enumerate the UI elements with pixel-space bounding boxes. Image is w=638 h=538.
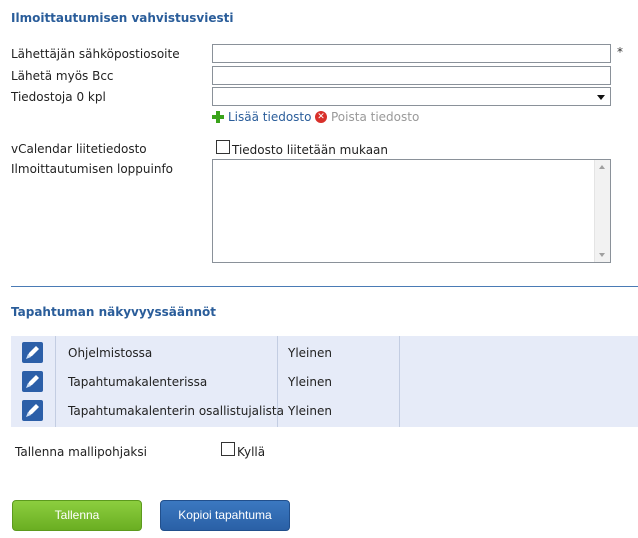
bcc-label: Lähetä myös Bcc: [11, 69, 114, 83]
add-file-button[interactable]: Lisää tiedosto: [212, 110, 311, 124]
add-file-label: Lisää tiedosto: [228, 110, 312, 124]
scroll-up-icon: [599, 165, 605, 169]
required-marker: *: [617, 45, 623, 59]
rule-name: Ohjelmistossa: [68, 346, 153, 360]
table-row: Tapahtumakalenterissa Yleinen: [11, 367, 638, 396]
vcalendar-checkbox-label: Tiedosto liitetään mukaan: [232, 143, 389, 157]
scroll-down-icon: [599, 253, 605, 257]
rule-name: Tapahtumakalenterin osallistujalista: [68, 404, 284, 418]
plus-icon: [212, 111, 224, 123]
chevron-down-icon: [597, 95, 605, 100]
confirmation-section-title: Ilmoittautumisen vahvistusviesti: [11, 11, 234, 25]
visibility-section-title: Tapahtuman näkyvyyssäännöt: [11, 305, 217, 319]
end-info-scrollbar[interactable]: [594, 160, 610, 262]
remove-file-button[interactable]: ✕ Poista tiedosto: [315, 110, 419, 124]
table-row: Ohjelmistossa Yleinen: [11, 338, 638, 367]
save-button[interactable]: Tallenna: [12, 500, 142, 531]
rule-value: Yleinen: [288, 375, 332, 389]
bcc-input[interactable]: [212, 66, 611, 85]
copy-event-button[interactable]: Kopioi tapahtuma: [160, 500, 290, 531]
edit-rule-button[interactable]: [22, 400, 43, 421]
rule-value: Yleinen: [288, 346, 332, 360]
end-info-textarea[interactable]: [212, 159, 611, 263]
rule-value: Yleinen: [288, 404, 332, 418]
sender-email-input[interactable]: [212, 44, 611, 63]
edit-rule-button[interactable]: [22, 342, 43, 363]
pencil-edit-icon: [26, 375, 39, 388]
vcalendar-checkbox[interactable]: [216, 140, 230, 154]
save-template-checkbox[interactable]: [221, 442, 235, 456]
pencil-edit-icon: [26, 404, 39, 417]
rule-name: Tapahtumakalenterissa: [68, 375, 208, 389]
remove-icon: ✕: [315, 111, 327, 123]
files-select[interactable]: [212, 87, 611, 106]
visibility-table: Ohjelmistossa Yleinen Tapahtumakalenteri…: [11, 336, 638, 427]
table-row: Tapahtumakalenterin osallistujalista Yle…: [11, 396, 638, 425]
sender-email-label: Lähettäjän sähköpostiosoite: [11, 47, 180, 61]
save-template-checkbox-label: Kyllä: [237, 445, 266, 459]
vcalendar-label: vCalendar liitetiedosto: [11, 142, 147, 156]
pencil-edit-icon: [26, 346, 39, 359]
files-count-label: Tiedostoja 0 kpl: [11, 90, 106, 104]
save-template-label: Tallenna mallipohjaksi: [15, 445, 147, 459]
remove-file-label: Poista tiedosto: [331, 110, 420, 124]
end-info-label: Ilmoittautumisen loppuinfo: [11, 162, 174, 176]
section-divider: [11, 286, 638, 287]
edit-rule-button[interactable]: [22, 371, 43, 392]
